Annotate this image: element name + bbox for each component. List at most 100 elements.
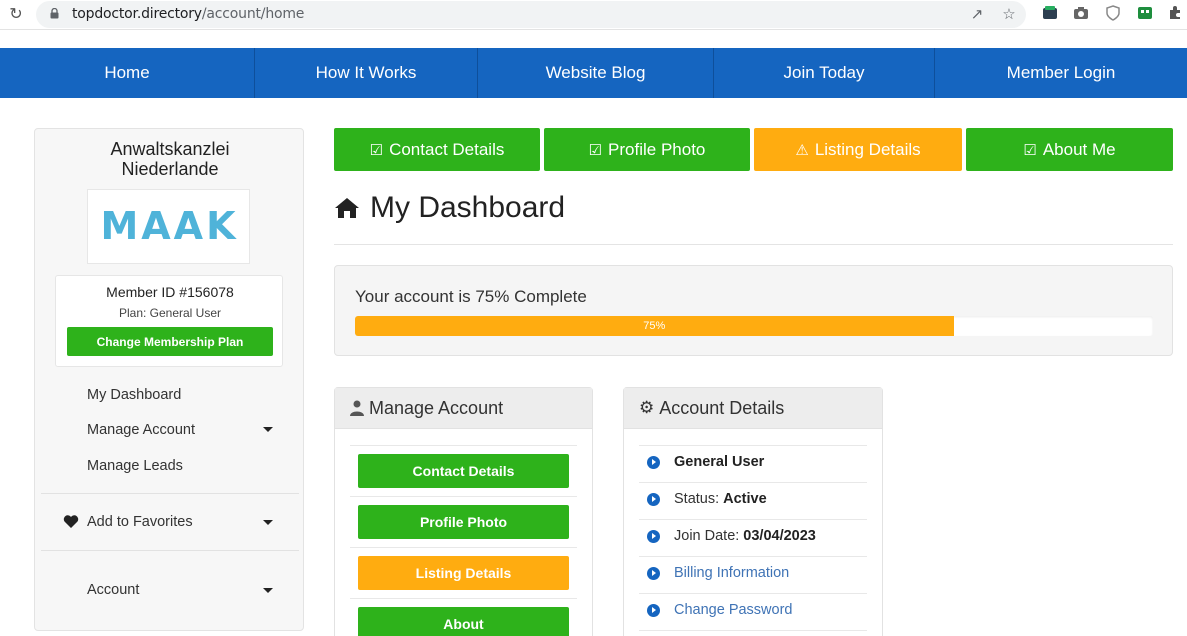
status-label: Status: (674, 491, 720, 507)
puzzle-extensions-icon[interactable] (1166, 5, 1184, 23)
share-icon[interactable]: ↗ (968, 6, 986, 24)
divider (639, 593, 867, 594)
divider (639, 630, 867, 631)
check-square-icon: ☑ (1023, 141, 1037, 159)
password-text: Change Password (674, 602, 793, 618)
panel-header: Manage Account (335, 388, 592, 429)
detail-status: Status: Active (647, 491, 767, 507)
change-password-link[interactable]: Change Password (647, 602, 793, 618)
heart-icon (63, 515, 79, 528)
camera-icon[interactable] (1072, 5, 1090, 23)
divider (350, 598, 577, 599)
circle-arrow-icon (647, 529, 660, 543)
panel-title: Manage Account (369, 397, 504, 418)
detail-join-date: Join Date: 03/04/2023 (647, 528, 816, 544)
step-listing-details[interactable]: ⚠ Listing Details (754, 128, 962, 171)
profile-logo[interactable]: MAAK (87, 189, 250, 264)
page-title: My Dashboard (334, 191, 565, 225)
lock-icon (50, 8, 59, 19)
divider (639, 445, 867, 446)
billing-text: Billing Information (674, 565, 790, 581)
divider (350, 496, 577, 497)
browser-address-bar: ↻ topdoctor.directory/account/home ↗ ☆ (0, 0, 1187, 30)
organization-name-text: Anwaltskanzlei Niederlande (110, 139, 230, 179)
member-card: Member ID #156078 Plan: General User Cha… (55, 275, 283, 367)
main-nav: Home How It Works Website Blog Join Toda… (0, 48, 1187, 98)
nav-how-it-works[interactable]: How It Works (255, 48, 478, 98)
nav-home[interactable]: Home (0, 48, 255, 98)
panel-header: ⚙ Account Details (624, 388, 882, 429)
change-membership-plan-button[interactable]: Change Membership Plan (67, 327, 273, 356)
warning-icon: ⚠ (795, 141, 809, 159)
check-square-icon: ☑ (369, 141, 384, 159)
nav-join-today[interactable]: Join Today (714, 48, 935, 98)
detail-plan: General User (647, 454, 764, 470)
chevron-down-icon[interactable] (263, 588, 273, 593)
member-plan: Plan: General User (118, 306, 222, 320)
about-button[interactable]: About (358, 607, 569, 636)
divider (350, 547, 577, 548)
contact-details-button[interactable]: Contact Details (358, 454, 569, 488)
billing-information-link[interactable]: Billing Information (647, 565, 789, 581)
url-text[interactable]: topdoctor.directory/account/home (72, 6, 304, 22)
step-label: Contact Details (389, 139, 505, 159)
reload-icon[interactable]: ↻ (6, 5, 26, 25)
account-progress-panel: Your account is 75% Complete 75% (334, 265, 1173, 356)
check-square-icon: ☑ (588, 141, 603, 159)
logo-text: MAAK (100, 204, 239, 248)
step-about-me[interactable]: ☑ About Me (966, 128, 1173, 171)
gear-icon: ⚙ (639, 398, 655, 417)
divider (639, 482, 867, 483)
sidebar-item-add-to-favorites[interactable]: Add to Favorites (87, 514, 193, 530)
divider (639, 519, 867, 520)
step-contact-details[interactable]: ☑ Contact Details (334, 128, 540, 171)
sidebar-item-manage-account[interactable]: Manage Account (87, 422, 195, 438)
panel-title: Account Details (659, 397, 785, 418)
status-value: Active (723, 491, 767, 507)
profile-photo-button[interactable]: Profile Photo (358, 505, 569, 539)
profile-sidebar: Anwaltskanzlei Niederlande MAAK Member I… (34, 128, 304, 631)
step-label: Profile Photo (608, 139, 706, 159)
nav-member-login[interactable]: Member Login (935, 48, 1187, 98)
progress-text: Your account is 75% Complete (355, 287, 587, 306)
progress-fill: 75% (355, 316, 954, 336)
circle-arrow-icon (647, 603, 660, 617)
circle-arrow-icon (647, 455, 660, 469)
manage-account-panel: Manage Account Contact Details Profile P… (334, 387, 593, 636)
account-details-panel: ⚙ Account Details General User Status: A… (623, 387, 883, 636)
extension-green-icon[interactable] (1136, 5, 1154, 23)
progress-bar: 75% (355, 316, 1153, 336)
nav-website-blog[interactable]: Website Blog (478, 48, 714, 98)
shield-icon[interactable] (1104, 5, 1122, 23)
divider (350, 445, 577, 446)
chevron-down-icon[interactable] (263, 427, 273, 432)
divider (639, 556, 867, 557)
circle-arrow-icon (647, 492, 660, 506)
step-profile-photo[interactable]: ☑ Profile Photo (544, 128, 750, 171)
sidebar-item-manage-leads[interactable]: Manage Leads (87, 458, 183, 474)
circle-arrow-icon (647, 566, 660, 580)
chevron-down-icon[interactable] (263, 520, 273, 525)
page-title-text: My Dashboard (370, 191, 566, 224)
step-label: Listing Details (814, 139, 921, 159)
title-divider (334, 244, 1173, 245)
user-icon (350, 400, 364, 416)
sidebar-item-account[interactable]: Account (87, 582, 139, 598)
join-label: Join Date: (674, 528, 740, 544)
step-label: About Me (1042, 139, 1116, 159)
plan-value: General User (674, 454, 765, 470)
url-box[interactable]: topdoctor.directory/account/home ↗ ☆ (36, 1, 1026, 28)
sidebar-divider (41, 493, 299, 494)
home-icon (335, 198, 359, 218)
bookmark-star-icon[interactable]: ☆ (1000, 6, 1018, 24)
url-path: /account/home (201, 6, 305, 22)
progress-label: 75% (643, 320, 666, 332)
join-value: 03/04/2023 (743, 528, 816, 544)
sidebar-divider (41, 550, 299, 551)
organization-name: Anwaltskanzlei Niederlande (35, 139, 305, 179)
extension-wallet-icon[interactable] (1041, 5, 1059, 23)
listing-details-button[interactable]: Listing Details (358, 556, 569, 590)
sidebar-item-my-dashboard[interactable]: My Dashboard (87, 387, 181, 403)
member-id: Member ID #156078 (106, 284, 234, 300)
url-host: topdoctor.directory (72, 6, 202, 22)
